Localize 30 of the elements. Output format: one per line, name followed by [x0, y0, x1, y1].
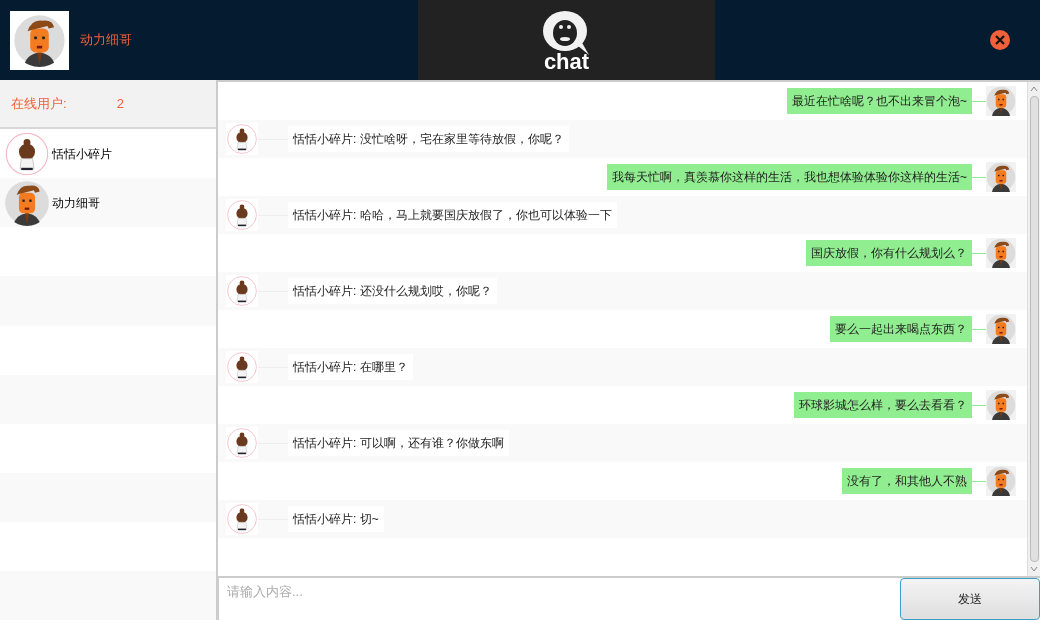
man-avatar-icon — [986, 162, 1016, 192]
sent-message: 要么一起出来喝点东西？ — [830, 316, 972, 342]
man-avatar-icon — [13, 13, 66, 67]
user-name: 动力细哥 — [80, 31, 132, 50]
sent-message: 没有了，和其他人不熟 — [842, 468, 972, 494]
received-message: 恬恬小碎片: 没忙啥呀，宅在家里等待放假，你呢？ — [288, 126, 569, 152]
received-message: 恬恬小碎片: 可以啊，还有谁？你做东啊 — [288, 430, 509, 456]
sent-message: 国庆放假，你有什么规划么？ — [806, 240, 972, 266]
close-button[interactable] — [990, 30, 1010, 50]
close-icon — [995, 35, 1005, 45]
scrollbar-thumb[interactable] — [1029, 96, 1039, 562]
received-message: 恬恬小碎片: 哈哈，马上就要国庆放假了，你也可以体验一下 — [288, 202, 617, 228]
received-message: 恬恬小碎片: 在哪里？ — [288, 354, 413, 380]
man-avatar-icon — [986, 390, 1016, 420]
logo-text: chat — [543, 51, 590, 73]
online-count: 2 — [116, 94, 124, 113]
man-avatar-icon — [986, 466, 1016, 496]
sent-message: 最近在忙啥呢？也不出来冒个泡~ — [787, 88, 972, 114]
sent-message: 环球影城怎么样，要么去看看？ — [794, 392, 972, 418]
send-button[interactable]: 发送 — [900, 578, 1040, 620]
received-message: 恬恬小碎片: 还没什么规划哎，你呢？ — [288, 278, 497, 304]
received-message: 恬恬小碎片: 切~ — [288, 506, 384, 532]
man-avatar-icon — [986, 314, 1016, 344]
user-list-item[interactable]: 动力细哥 — [0, 178, 216, 228]
man-avatar-icon — [986, 86, 1016, 116]
online-label: 在线用户: — [11, 94, 67, 113]
sent-message: 我每天忙啊，真羡慕你这样的生活，我也想体验体验你这样的生活~ — [607, 164, 972, 190]
man-avatar-icon — [4, 179, 50, 226]
message-input[interactable]: 请输入内容... — [218, 578, 900, 620]
man-avatar-icon — [986, 238, 1016, 268]
